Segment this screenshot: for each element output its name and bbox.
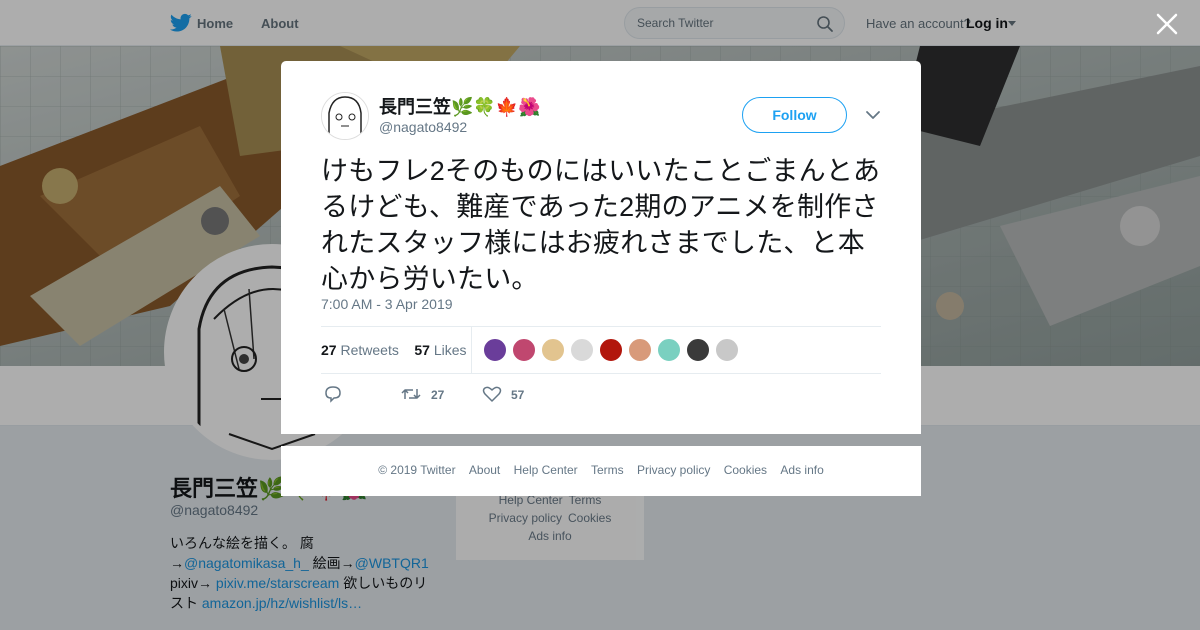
footer-help-link[interactable]: Help Center (514, 463, 578, 477)
follow-button[interactable]: Follow (742, 97, 847, 133)
likes-count: 57 (414, 342, 430, 358)
liker-avatar[interactable] (657, 338, 681, 362)
tweet-text: けもフレ2そのものにはいいたことごまんとあるけども、難産であった2期のアニメを制… (321, 156, 881, 294)
divider (321, 326, 881, 327)
chevron-down-icon[interactable] (865, 109, 881, 121)
footer-cookies-link[interactable]: Cookies (724, 463, 767, 477)
liker-avatar[interactable] (715, 338, 739, 362)
footer-privacy-link[interactable]: Privacy policy (637, 463, 710, 477)
liker-avatar[interactable] (541, 338, 565, 362)
tweet-author-name[interactable]: 長門三笠🌿🍀🍁🌺 (379, 93, 541, 119)
liker-avatar[interactable] (628, 338, 652, 362)
retweets-count: 27 (321, 342, 337, 358)
retweets-stat[interactable]: 27 Retweets (321, 342, 399, 358)
tweet-author-handle[interactable]: @nagato8492 (379, 119, 467, 135)
retweet-icon[interactable] (401, 385, 421, 403)
close-icon[interactable] (1156, 13, 1178, 35)
footer-copyright: © 2019 Twitter (378, 463, 456, 477)
author-avatar-illustration (322, 93, 368, 139)
retweets-label: Retweets (340, 342, 399, 358)
likes-stat[interactable]: 57 Likes (414, 342, 466, 358)
tweet-modal: 長門三笠🌿🍀🍁🌺 @nagato8492 Follow けもフレ2そのものにはい… (281, 61, 921, 434)
liker-avatar[interactable] (686, 338, 710, 362)
liker-avatar[interactable] (512, 338, 536, 362)
likes-label: Likes (433, 342, 467, 358)
tweet-timestamp[interactable]: 7:00 AM - 3 Apr 2019 (321, 296, 453, 312)
liker-avatar[interactable] (570, 338, 594, 362)
like-count: 57 (511, 388, 525, 402)
stats-separator (471, 326, 472, 373)
footer-terms-link[interactable]: Terms (591, 463, 624, 477)
retweet-count: 27 (431, 388, 445, 402)
divider (321, 373, 881, 374)
liker-avatar[interactable] (599, 338, 623, 362)
modal-footer: © 2019 Twitter About Help Center Terms P… (281, 446, 921, 496)
tweet-stats: 27 Retweets 57 Likes (321, 342, 467, 358)
footer-ads-link[interactable]: Ads info (780, 463, 823, 477)
heart-icon[interactable] (482, 385, 502, 403)
reply-icon[interactable] (323, 385, 343, 403)
footer-about-link[interactable]: About (469, 463, 500, 477)
liker-avatar[interactable] (483, 338, 507, 362)
tweet-author-avatar[interactable] (321, 92, 369, 140)
